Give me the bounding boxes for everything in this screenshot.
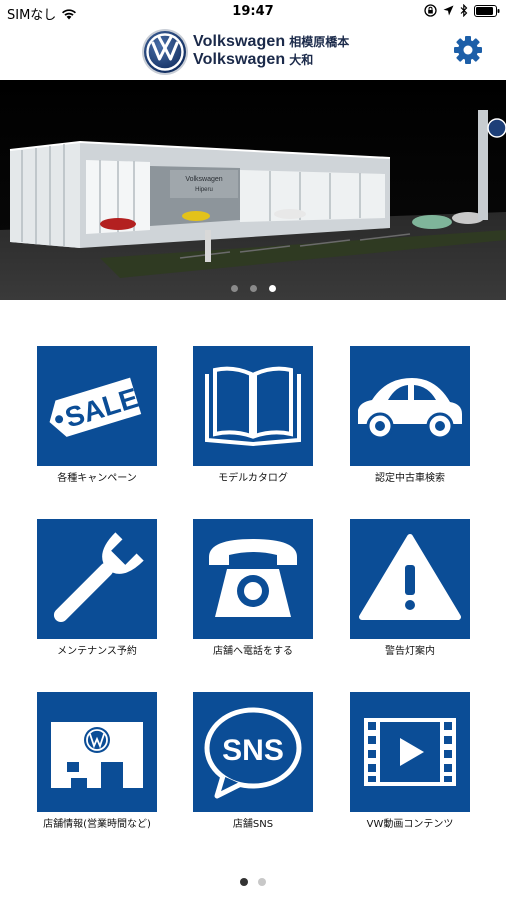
status-right [424,4,500,17]
store-info-label: 店舗情報(営業時間など) [43,819,151,830]
dealer-place: 大和 [289,53,314,67]
dealer-brand: Volkswagen [193,51,286,68]
catalog-label: モデルカタログ [218,473,288,484]
bluetooth-icon [460,4,468,17]
telephone-icon [209,539,297,617]
sns-bubble-icon: SNS [204,707,302,799]
dealer-brand: Volkswagen [193,33,286,50]
campaign-label: 各種キャンペーン [57,473,137,484]
call-store-tile[interactable] [193,519,313,639]
banner-pagination [0,285,506,292]
lock-rotation-icon [424,4,437,17]
used-car-tile[interactable] [350,346,470,466]
page-dot-active[interactable] [240,878,248,886]
vw-video-tile[interactable] [350,692,470,812]
location-arrow-icon [443,5,454,16]
dealer-place: 相模原橋本 [289,35,350,49]
call-store-label: 店舗へ電話をする [213,646,293,657]
used-car-label: 認定中古車検索 [375,473,445,484]
dealer-names: Volkswagen 相模原橋本 Volkswagen 大和 [193,33,349,69]
maintenance-label: メンテナンス予約 [57,646,137,657]
car-icon [358,378,462,440]
campaign-tile[interactable]: SALE [37,346,157,466]
banner-sign-text1: Volkswagen [185,176,222,183]
dealer-line-2: Volkswagen 大和 [193,51,349,69]
open-book-icon [205,366,301,447]
vw-video-label: VW動画コンテンツ [366,819,454,830]
app-header: Volkswagen 相模原橋本 Volkswagen 大和 [0,24,506,80]
video-icon [364,718,456,786]
showroom-banner[interactable]: Volkswagen Hiperu [0,80,506,300]
catalog-tile[interactable] [193,346,313,466]
battery-icon [474,4,500,17]
showroom-image: Volkswagen Hiperu [0,80,506,300]
warning-icon [359,534,461,620]
page-indicator [0,878,506,886]
vw-logo [142,29,188,75]
store-sns-tile[interactable]: SNS [193,692,313,812]
gear-icon[interactable] [452,34,484,66]
store-icon [51,722,143,788]
warning-light-label: 警告灯案内 [385,646,435,657]
page-dot[interactable] [258,878,266,886]
store-info-tile[interactable] [37,692,157,812]
banner-sign-text2: Hiperu [195,187,213,193]
banner-dot[interactable] [230,285,238,292]
wrench-icon [53,532,144,623]
store-sns-label: 店舗SNS [232,819,274,830]
sns-text: SNS [222,734,284,767]
sale-tag-icon: SALE [49,377,142,437]
banner-dot[interactable] [249,285,257,292]
banner-dot-active[interactable] [268,285,276,292]
status-bar: SIMなし 19:47 [0,0,506,24]
maintenance-tile[interactable] [37,519,157,639]
dealer-line-1: Volkswagen 相模原橋本 [193,33,349,51]
warning-light-tile[interactable] [350,519,470,639]
